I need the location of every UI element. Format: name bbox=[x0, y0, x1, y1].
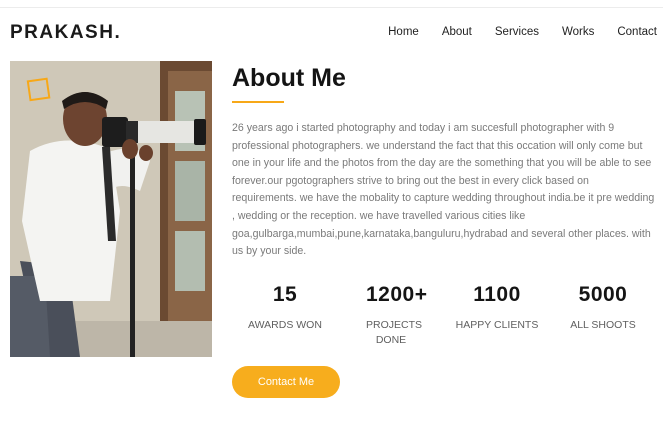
stat-shoots: 5000 ALL SHOOTS bbox=[550, 283, 656, 348]
contact-me-button[interactable]: Contact Me bbox=[232, 366, 340, 398]
nav-home[interactable]: Home bbox=[388, 26, 419, 38]
stat-value: 15 bbox=[272, 283, 298, 306]
photographer-portrait-icon bbox=[10, 61, 212, 357]
stat-value: 5000 bbox=[578, 283, 628, 306]
nav-services[interactable]: Services bbox=[495, 26, 539, 38]
about-title: About Me bbox=[232, 64, 346, 92]
stat-value: 1200+ bbox=[366, 283, 428, 306]
main-nav: Home About Services Works Contact bbox=[365, 26, 657, 38]
nav-works[interactable]: Works bbox=[562, 26, 594, 38]
stat-clients: 1100 HAPPY CLIENTS bbox=[444, 283, 550, 348]
stat-label: PROJECTS DONE bbox=[366, 319, 423, 346]
top-border bbox=[0, 0, 663, 8]
title-underline bbox=[232, 101, 284, 103]
about-section: About Me 26 years ago i started photogra… bbox=[232, 64, 657, 261]
stat-label: HAPPY CLIENTS bbox=[455, 319, 539, 331]
stat-label: ALL SHOOTS bbox=[570, 319, 636, 331]
stat-awards: 15 AWARDS WON bbox=[232, 283, 338, 348]
about-description: 26 years ago i started photography and t… bbox=[232, 122, 655, 258]
photographer-photo bbox=[10, 61, 212, 357]
stat-projects: 1200+ PROJECTS DONE bbox=[338, 283, 444, 348]
stat-value: 1100 bbox=[473, 283, 521, 306]
brand-logo[interactable]: PRAKASH. bbox=[10, 22, 121, 44]
stat-label: AWARDS WON bbox=[248, 319, 322, 331]
nav-about[interactable]: About bbox=[442, 26, 472, 38]
stats-row: 15 AWARDS WON 1200+ PROJECTS DONE 1100 H… bbox=[232, 283, 657, 348]
nav-contact[interactable]: Contact bbox=[617, 26, 657, 38]
